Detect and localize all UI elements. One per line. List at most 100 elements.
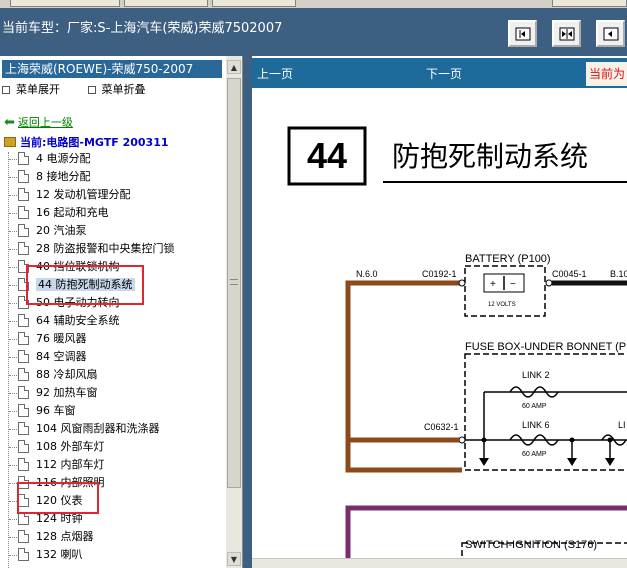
- menu-collapse-button[interactable]: 菜单折叠: [87, 83, 158, 96]
- first-page-button[interactable]: [508, 20, 537, 47]
- circuit-list-item-label: 84 空调器: [36, 350, 87, 363]
- back-link[interactable]: ⬅ 返回上一级: [4, 114, 73, 130]
- scroll-grip-icon: [230, 279, 238, 285]
- tree-connector: [9, 249, 17, 250]
- tree-connector: [9, 465, 17, 466]
- folder-icon: [4, 137, 16, 147]
- wire-b10-label: B.10: [610, 269, 627, 279]
- tree-connector: [9, 393, 17, 394]
- car-model-title: 当前车型：厂家:S-上海汽车(荣威)荣威7502007: [2, 21, 283, 36]
- circuit-list-item[interactable]: 84 空调器: [6, 348, 220, 366]
- tree-connector: [9, 357, 17, 358]
- menu-expand-button[interactable]: 菜单展开: [2, 83, 72, 96]
- tree-connector: [9, 159, 17, 160]
- window-top-strip: [0, 0, 627, 8]
- document-icon: [18, 314, 29, 327]
- menu-vertical-scrollbar[interactable]: ▲ ▼: [226, 56, 242, 568]
- connector-c0045-label: C0045-1: [552, 269, 587, 279]
- top-tab-1[interactable]: [10, 0, 120, 7]
- document-icon: [18, 548, 29, 561]
- document-icon: [18, 386, 29, 399]
- current-folder-label: 当前:电路图-MGTF 200311: [20, 136, 169, 149]
- fit-page-button[interactable]: [552, 20, 581, 47]
- top-tab-3[interactable]: [212, 0, 296, 7]
- document-icon: [18, 170, 29, 183]
- circuit-list-item[interactable]: 92 加热车窗: [6, 384, 220, 402]
- circuit-list-item[interactable]: 128 点烟器: [6, 528, 220, 546]
- prev-page-icon: [603, 27, 618, 40]
- next-page-link[interactable]: 下一页: [426, 65, 462, 82]
- circuit-list-item-label: 64 辅助安全系统: [36, 314, 120, 327]
- circuit-list-item[interactable]: 88 冷却风扇: [6, 366, 220, 384]
- connector-pin-3: [458, 436, 466, 444]
- circuit-list-item-label: 88 冷却风扇: [36, 368, 98, 381]
- document-icon: [18, 404, 29, 417]
- viewer-horizontal-scrollbar[interactable]: [252, 558, 627, 568]
- connector-c0192-label: C0192-1: [422, 269, 457, 279]
- fit-page-icon: [559, 27, 574, 40]
- circuit-list-item[interactable]: 76 暖风器: [6, 330, 220, 348]
- prev-page-button[interactable]: [596, 20, 625, 47]
- circuit-list-item[interactable]: 28 防盗报警和中央集控门锁: [6, 240, 220, 258]
- menu-panel-title: 上海荣威(ROEWE)-荣威750-2007: [2, 60, 222, 78]
- circuit-list-item-label: 128 点烟器: [36, 530, 94, 543]
- circuit-list-item[interactable]: 4 电源分配: [6, 150, 220, 168]
- scroll-up-button[interactable]: ▲: [227, 60, 241, 74]
- highlight-box-instruments: [17, 482, 99, 514]
- menu-ops: 菜单展开 菜单折叠: [2, 81, 170, 97]
- circuit-list-item-label: 108 外部车灯: [36, 440, 105, 453]
- wiring-diagram[interactable]: 44 防抱死制动系统 BATTERY (P100) + − 12 VOLTS N…: [252, 88, 627, 568]
- scroll-thumb[interactable]: [227, 78, 241, 488]
- link6-label: LINK 6: [522, 420, 550, 430]
- tree-connector: [9, 267, 17, 268]
- circuit-list-item[interactable]: 20 汽油泵: [6, 222, 220, 240]
- arrow-down-icon-1: [479, 458, 489, 466]
- menu-collapse-label: 菜单折叠: [101, 83, 146, 96]
- tree-connector: [9, 303, 17, 304]
- circuit-list-item[interactable]: 12 发动机管理分配: [6, 186, 220, 204]
- collapse-icon: [87, 86, 96, 94]
- tree-connector: [9, 411, 17, 412]
- ignition-switch-label: SWITCH-IGNITION (S176): [465, 539, 597, 551]
- tree-connector: [9, 447, 17, 448]
- tree-connector: [9, 339, 17, 340]
- circuit-list-item-label: 28 防盗报警和中央集控门锁: [36, 242, 175, 255]
- circuit-list-item-label: 20 汽油泵: [36, 224, 87, 237]
- tree-connector: [9, 195, 17, 196]
- link6-amp-label: 60 AMP: [522, 451, 547, 458]
- tree-connector: [9, 375, 17, 376]
- circuit-list-item-label: 104 风窗雨刮器和洗涤器: [36, 422, 160, 435]
- circuit-list-item[interactable]: 112 内部车灯: [6, 456, 220, 474]
- arrow-down-icon-2: [567, 458, 577, 466]
- header-bar: 当前车型：厂家:S-上海汽车(荣威)荣威7502007: [0, 8, 627, 56]
- prev-page-link[interactable]: 上一页: [257, 65, 293, 82]
- circuit-list-item-label: 16 起动和充电: [36, 206, 109, 219]
- current-page-indicator: 当前为: [586, 62, 627, 86]
- circuit-list-item[interactable]: 16 起动和充电: [6, 204, 220, 222]
- circuit-list-item[interactable]: 96 车窗: [6, 402, 220, 420]
- top-tab-4[interactable]: [552, 0, 627, 7]
- circuit-list-item[interactable]: 104 风窗雨刮器和洗涤器: [6, 420, 220, 438]
- circuit-list-item-label: 92 加热车窗: [36, 386, 98, 399]
- tree-connector: [9, 555, 17, 556]
- document-icon: [18, 458, 29, 471]
- circuit-list-item[interactable]: 132 喇叭: [6, 546, 220, 564]
- scroll-down-button[interactable]: ▼: [227, 552, 241, 566]
- expand-icon: [2, 86, 10, 94]
- top-tab-2[interactable]: [124, 0, 208, 7]
- viewer-toolbar: 上一页 下一页 当前为: [252, 58, 627, 88]
- circuit-list-item[interactable]: 8 接地分配: [6, 168, 220, 186]
- connector-pin-2: [545, 279, 553, 287]
- wire-n6-label: N.6.0: [356, 269, 378, 279]
- tree-connector: [9, 519, 17, 520]
- page-title: 防抱死制动系统: [392, 140, 588, 173]
- page-number: 44: [307, 135, 347, 176]
- back-link-label: 返回上一级: [17, 116, 73, 129]
- app-window: 当前车型：厂家:S-上海汽车(荣威)荣威7502007 上海荣威(ROEWE)-…: [0, 0, 627, 568]
- tree-connector: [9, 213, 17, 214]
- circuit-list-item-label: 132 喇叭: [36, 548, 83, 561]
- battery-minus: −: [510, 279, 516, 290]
- circuit-list-item[interactable]: 64 辅助安全系统: [6, 312, 220, 330]
- circuit-list-item[interactable]: 108 外部车灯: [6, 438, 220, 456]
- tree-connector: [9, 501, 17, 502]
